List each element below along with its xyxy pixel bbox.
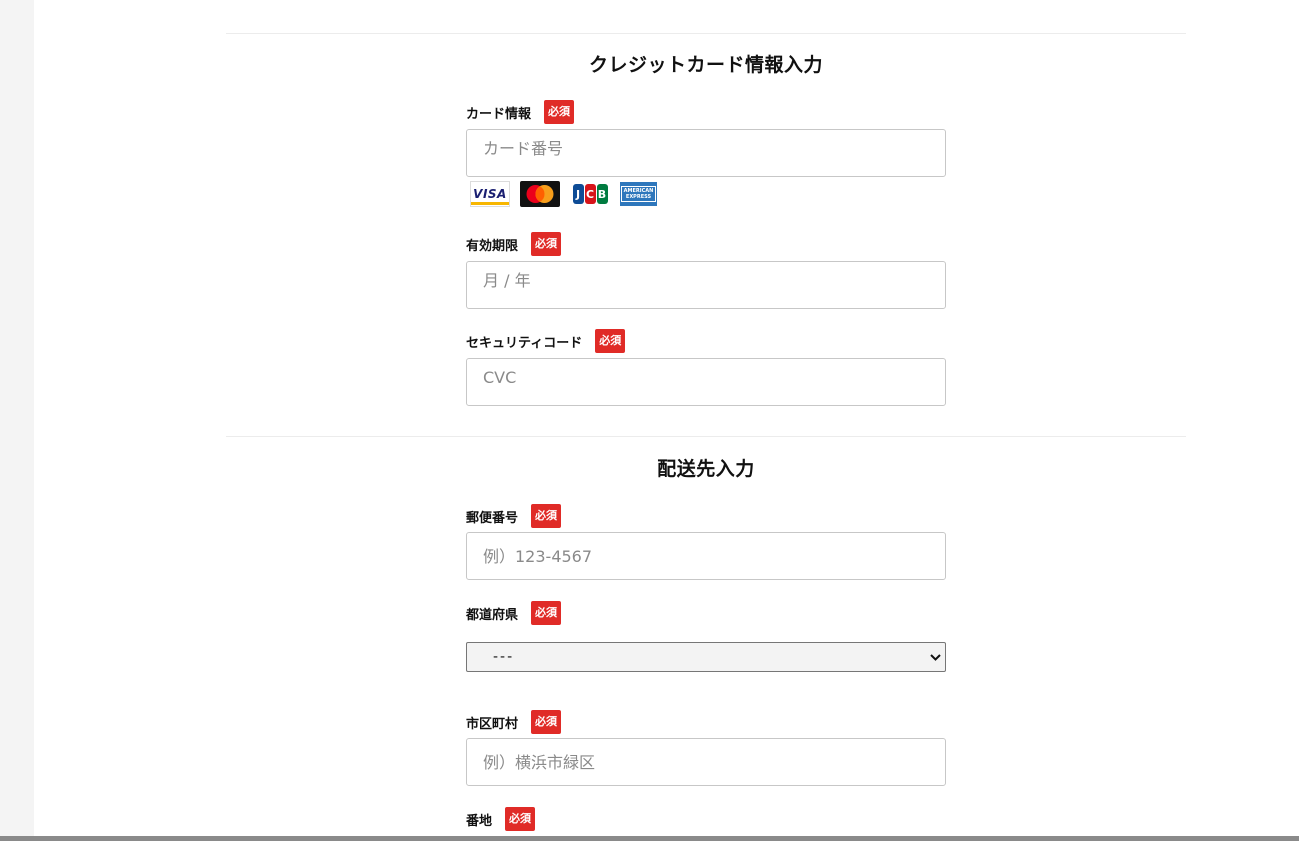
- checkout-form-page: クレジットカード情報入力 カード情報 必須 VISA J C B AMERICA…: [34, 0, 1299, 836]
- shipping-section-title: 配送先入力: [657, 458, 755, 480]
- required-badge: 必須: [531, 504, 562, 528]
- section-divider-shipping: [226, 436, 1186, 437]
- prefecture-label: 都道府県: [466, 607, 519, 623]
- address-label: 番地: [466, 813, 493, 829]
- visa-gold-stripe: [471, 202, 509, 205]
- prefecture-selected-value: ---: [493, 649, 515, 665]
- visa-logo-icon: VISA: [470, 181, 510, 207]
- address-label-row: 番地 必須: [466, 807, 536, 831]
- prefecture-select[interactable]: ---: [466, 642, 946, 672]
- required-badge: 必須: [505, 807, 536, 831]
- postal-code-input[interactable]: [466, 532, 946, 580]
- horizontal-scrollbar[interactable]: [0, 836, 1299, 841]
- chevron-down-icon: [925, 650, 945, 664]
- cvc-label: セキュリティコード: [466, 335, 583, 351]
- cvc-label-row: セキュリティコード 必須: [466, 329, 626, 353]
- expiry-input[interactable]: [466, 261, 946, 309]
- visa-logo-text: VISA: [473, 187, 507, 201]
- expiry-label: 有効期限: [466, 238, 519, 254]
- card-info-label-row: カード情報 必須: [466, 100, 575, 124]
- required-badge: 必須: [531, 710, 562, 734]
- amex-logo-icon: AMERICAN EXPRESS: [620, 182, 657, 206]
- postal-label: 郵便番号: [466, 510, 519, 526]
- prefecture-label-row: 都道府県 必須: [466, 601, 562, 625]
- city-input[interactable]: [466, 738, 946, 786]
- jcb-letter-b: B: [596, 184, 608, 204]
- section-divider-top: [226, 33, 1186, 34]
- left-gutter: [0, 0, 34, 841]
- jcb-letter-j: J: [572, 184, 584, 204]
- amex-logo-text: AMERICAN EXPRESS: [620, 186, 657, 202]
- credit-section-title: クレジットカード情報入力: [588, 54, 823, 76]
- expiry-label-row: 有効期限 必須: [466, 232, 562, 256]
- card-number-input[interactable]: [466, 129, 946, 177]
- postal-label-row: 郵便番号 必須: [466, 504, 562, 528]
- city-label: 市区町村: [466, 716, 519, 732]
- card-brand-logos: VISA J C B AMERICAN EXPRESS: [470, 181, 657, 207]
- required-badge: 必須: [531, 232, 562, 256]
- city-label-row: 市区町村 必須: [466, 710, 562, 734]
- mastercard-circles-icon: [526, 185, 554, 203]
- required-badge: 必須: [595, 329, 626, 353]
- jcb-logo-icon: J C B: [570, 181, 610, 207]
- card-info-label: カード情報: [466, 106, 532, 122]
- required-badge: 必須: [544, 100, 575, 124]
- cvc-input[interactable]: [466, 358, 946, 406]
- jcb-letter-c: C: [584, 184, 596, 204]
- mastercard-logo-icon: [520, 181, 560, 207]
- required-badge: 必須: [531, 601, 562, 625]
